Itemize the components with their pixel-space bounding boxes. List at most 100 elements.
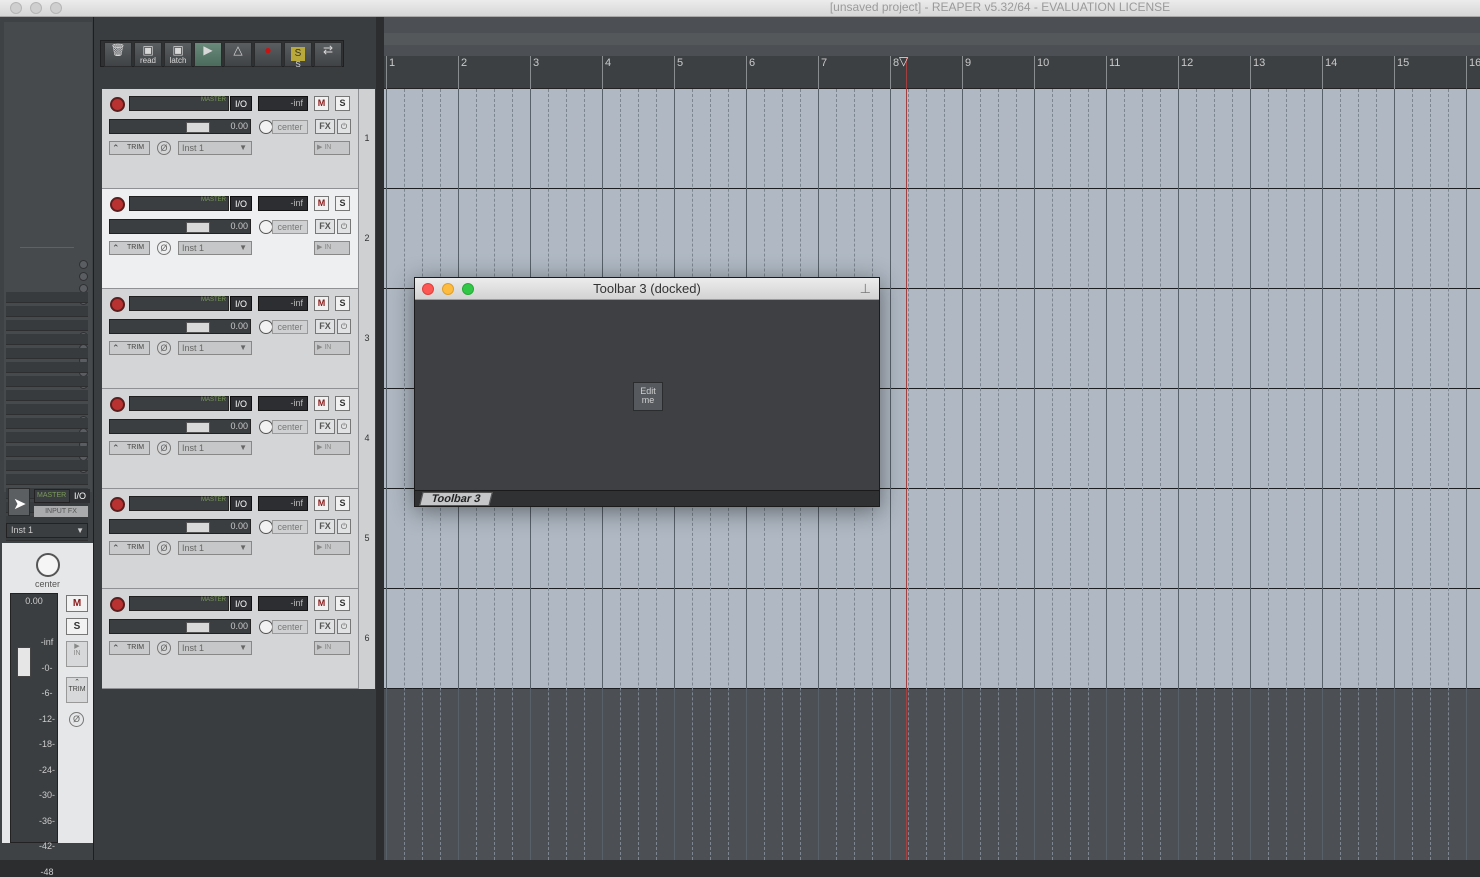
input-select[interactable]: Inst 1 ▼ (178, 241, 252, 255)
solo-button[interactable]: S (335, 496, 350, 511)
timeline-ruler[interactable]: 1 2 3 4 5 6 7 8 9 10 11 12 13 14 15 16 (384, 56, 1480, 89)
close-icon[interactable] (422, 283, 434, 295)
mcp-input-select[interactable]: Inst 1 ▼ (6, 523, 88, 538)
phase-icon[interactable]: Ø (157, 541, 171, 555)
play-cursor[interactable] (906, 58, 907, 860)
monitor-button[interactable]: ▶ IN (314, 141, 350, 155)
phase-icon[interactable]: Ø (157, 441, 171, 455)
mute-button[interactable]: M (314, 596, 329, 611)
latch-button[interactable]: ▣ latch (164, 42, 192, 67)
track-number[interactable]: 1 (358, 89, 375, 189)
input-select[interactable]: Inst 1 ▼ (178, 441, 252, 455)
track-name-field[interactable]: MASTER (129, 196, 229, 211)
track-control-4[interactable]: MASTER I/O -inf M S 0.00 center FX ⏻ ⌃ T… (102, 389, 358, 489)
track-name-field[interactable]: MASTER (129, 96, 229, 111)
track-number[interactable]: 5 (358, 489, 375, 589)
phase-icon[interactable]: Ø (157, 641, 171, 655)
automation-trim-button[interactable]: ⌃ TRIM (109, 241, 150, 255)
monitor-button[interactable]: ▶ IN (314, 641, 350, 655)
volume-fader-knob[interactable] (186, 622, 210, 633)
record-button[interactable]: ● (254, 42, 282, 67)
pan-knob[interactable] (259, 620, 273, 634)
volume-fader[interactable]: 0.00 (109, 319, 251, 334)
phase-icon[interactable]: Ø (157, 241, 171, 255)
master-fader-knob[interactable] (17, 647, 31, 677)
fx-button[interactable]: FX (315, 519, 335, 534)
pan-knob[interactable] (259, 120, 273, 134)
master-pan-knob[interactable] (36, 553, 60, 577)
fx-slot[interactable] (6, 362, 88, 373)
solo-button[interactable]: S (335, 596, 350, 611)
track-name-field[interactable]: MASTER (129, 396, 229, 411)
fx-bypass-icon[interactable]: ⏻ (337, 519, 351, 534)
master-phase-icon[interactable]: Ø (69, 712, 84, 727)
fx-slot[interactable] (6, 376, 88, 387)
input-select[interactable]: Inst 1 ▼ (178, 641, 252, 655)
io-button[interactable]: I/O (230, 296, 252, 311)
fx-slot[interactable] (6, 474, 88, 485)
grid-snap-button[interactable]: ▶ (194, 42, 222, 67)
monitor-button[interactable]: ▶ IN (314, 341, 350, 355)
solo-button[interactable]: S (335, 296, 350, 311)
mcp-name-field[interactable]: MASTER (34, 489, 70, 503)
zoom-icon[interactable] (462, 283, 474, 295)
track-control-3[interactable]: MASTER I/O -inf M S 0.00 center FX ⏻ ⌃ T… (102, 289, 358, 389)
fx-slot[interactable] (6, 446, 88, 457)
track-name-field[interactable]: MASTER (129, 296, 229, 311)
io-button[interactable]: I/O (230, 196, 252, 211)
io-button[interactable]: I/O (230, 496, 252, 511)
volume-fader-knob[interactable] (186, 422, 210, 433)
input-select[interactable]: Inst 1 ▼ (178, 141, 252, 155)
mcp-io-button[interactable]: I/O (70, 489, 90, 503)
volume-fader[interactable]: 0.00 (109, 119, 251, 134)
volume-fader[interactable]: 0.00 (109, 619, 251, 634)
record-arm-button[interactable] (110, 297, 125, 312)
track-number[interactable]: 4 (358, 389, 375, 489)
io-button[interactable]: I/O (230, 396, 252, 411)
monitor-button[interactable]: ▶ IN (314, 541, 350, 555)
automation-trim-button[interactable]: ⌃ TRIM (109, 341, 150, 355)
send-knob[interactable] (79, 260, 88, 269)
track-number[interactable]: 6 (358, 589, 375, 689)
track-control-5[interactable]: MASTER I/O -inf M S 0.00 center FX ⏻ ⌃ T… (102, 489, 358, 589)
volume-fader-knob[interactable] (186, 322, 210, 333)
pan-knob[interactable] (259, 420, 273, 434)
phase-icon[interactable]: Ø (157, 141, 171, 155)
metronome-button[interactable]: △ (224, 42, 252, 67)
track-name-field[interactable]: MASTER (129, 496, 229, 511)
fx-slot[interactable] (6, 348, 88, 359)
input-select[interactable]: Inst 1 ▼ (178, 541, 252, 555)
automation-trim-button[interactable]: ⌃ TRIM (109, 441, 150, 455)
fx-slot[interactable] (6, 334, 88, 345)
fx-button[interactable]: FX (315, 619, 335, 634)
io-button[interactable]: I/O (230, 596, 252, 611)
monitor-button[interactable]: ▶ IN (314, 241, 350, 255)
solo-button[interactable]: S (335, 196, 350, 211)
toolbar-window-titlebar[interactable]: Toolbar 3 (docked) ⊥ (415, 278, 879, 300)
fx-slot[interactable] (6, 390, 88, 401)
fx-bypass-icon[interactable]: ⏻ (337, 419, 351, 434)
fx-slot[interactable] (6, 432, 88, 443)
fx-slot[interactable] (6, 306, 88, 317)
fx-slot[interactable] (6, 320, 88, 331)
record-arm-button[interactable] (110, 497, 125, 512)
mute-button[interactable]: M (314, 96, 329, 111)
volume-fader-knob[interactable] (186, 222, 210, 233)
mute-button[interactable]: M (314, 496, 329, 511)
volume-fader[interactable]: 0.00 (109, 519, 251, 534)
track-name-field[interactable]: MASTER (129, 596, 229, 611)
fx-button[interactable]: FX (315, 119, 335, 134)
fx-slot[interactable] (6, 460, 88, 471)
track-control-2[interactable]: MASTER I/O -inf M S 0.00 center FX ⏻ ⌃ T… (102, 189, 358, 289)
input-select[interactable]: Inst 1 ▼ (178, 341, 252, 355)
master-solo-button[interactable]: S (66, 618, 88, 635)
record-arm-button[interactable] (110, 397, 125, 412)
monitor-button[interactable]: ▶ IN (314, 441, 350, 455)
solo-button[interactable]: SS (284, 42, 312, 69)
fx-bypass-icon[interactable]: ⏻ (337, 119, 351, 134)
route-button[interactable]: ⇄ (314, 42, 342, 67)
track-control-1[interactable]: MASTER I/O -inf M S 0.00 center FX ⏻ ⌃ T… (102, 89, 358, 189)
mute-button[interactable]: M (314, 296, 329, 311)
automation-trim-button[interactable]: ⌃ TRIM (109, 541, 150, 555)
master-monitor-button[interactable]: ▶ IN (66, 641, 88, 667)
